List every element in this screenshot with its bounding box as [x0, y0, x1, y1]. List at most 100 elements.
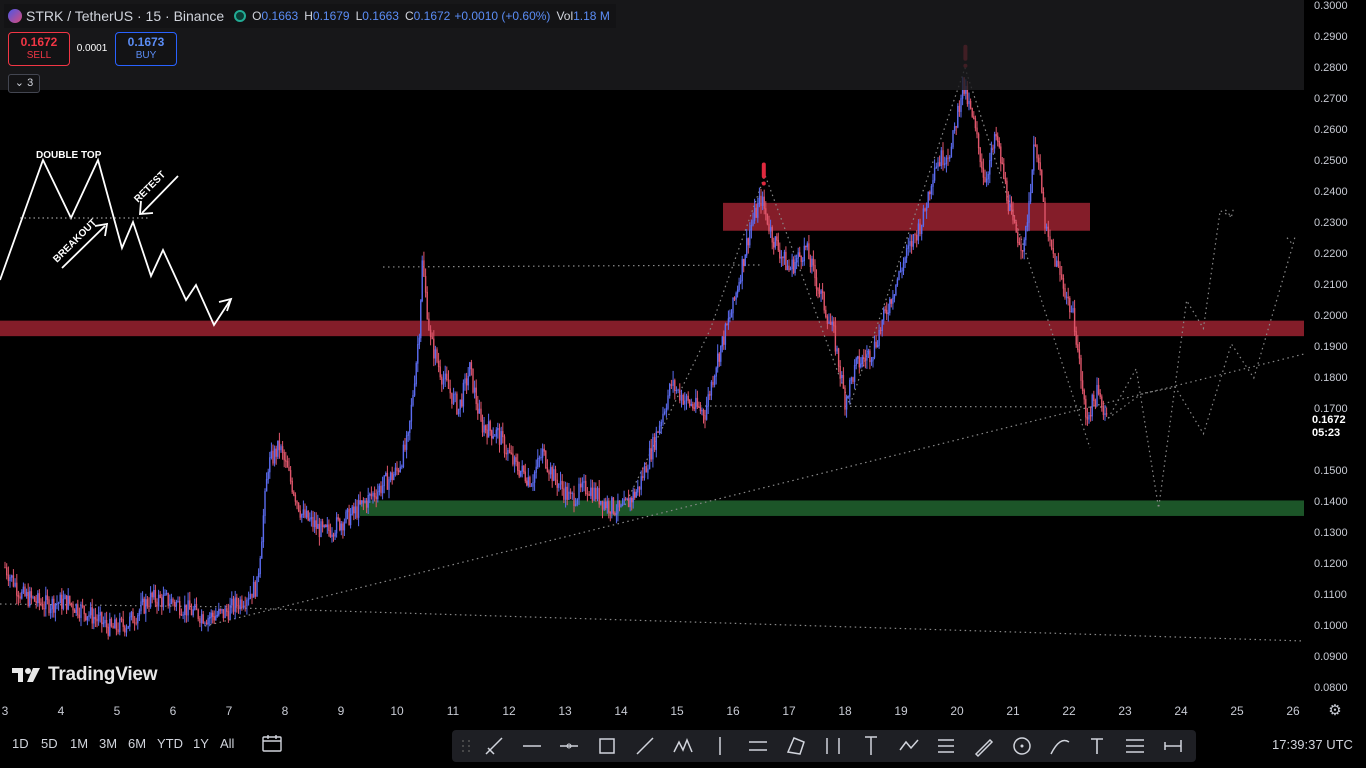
- close-value: 0.1672: [413, 9, 451, 23]
- indicators-toggle[interactable]: ⌄ 3: [8, 74, 40, 93]
- long-position-icon[interactable]: [821, 734, 845, 758]
- neckline: [699, 405, 1111, 408]
- time-tick-label: 8: [281, 704, 289, 718]
- buy-label: BUY: [135, 50, 157, 61]
- time-tick-label: 4: [57, 704, 65, 718]
- time-tick-label: 17: [782, 704, 796, 718]
- time-tick-label: 5: [113, 704, 121, 718]
- sell-label: SELL: [26, 50, 52, 61]
- calendar-icon[interactable]: [262, 734, 282, 752]
- time-tick-label: 12: [502, 704, 516, 718]
- brush-icon[interactable]: [482, 734, 506, 758]
- pencil-icon[interactable]: [972, 734, 996, 758]
- price-tick-label: 0.3000: [1314, 0, 1348, 12]
- resistance-zone: [0, 320, 1304, 337]
- price-tick-label: 0.1100: [1314, 589, 1347, 601]
- price-chart[interactable]: DOUBLE TOP BREAKOUT RETEST: [0, 0, 1304, 700]
- time-tick-label: 7: [225, 704, 233, 718]
- last-price-label: 0.1672 05:23: [1306, 413, 1364, 443]
- high-value: 0.1679: [312, 9, 350, 23]
- horizontal-line-icon[interactable]: [520, 734, 544, 758]
- bar-countdown: 05:23: [1312, 427, 1341, 439]
- neckline: [382, 264, 761, 268]
- resistance-zone: [723, 202, 1090, 231]
- signal-marker: [761, 181, 766, 186]
- trendline: [204, 353, 1304, 627]
- text-icon[interactable]: [1085, 734, 1109, 758]
- vertical-line-icon[interactable]: [708, 734, 732, 758]
- signal-marker: [761, 162, 766, 179]
- double-top-sketch: [0, 157, 232, 327]
- price-tick-label: 0.2800: [1314, 62, 1348, 74]
- chart-pane[interactable]: DOUBLE TOP BREAKOUT RETEST: [0, 0, 1304, 700]
- range-button-all[interactable]: All: [220, 736, 234, 751]
- time-tick-label: 14: [614, 704, 628, 718]
- price-tick-label: 0.1200: [1314, 558, 1348, 570]
- time-axis[interactable]: 3 4 5 6 7 8 9 10 11 12 13 14 15 16 17 18 19 20 21 22 23 24 25 2…: [0, 700, 1304, 722]
- circle-icon[interactable]: [1010, 734, 1034, 758]
- symbol-icon: [8, 9, 22, 23]
- range-button-6m[interactable]: 6M: [128, 736, 146, 751]
- buy-button[interactable]: 0.1673 BUY: [115, 32, 177, 66]
- time-tick-label: 23: [1118, 704, 1132, 718]
- drawing-toolbar: [452, 730, 1196, 762]
- fib-retracement-icon[interactable]: [934, 734, 958, 758]
- time-tick-label: 3: [1, 704, 9, 718]
- change-value: +0.0010 (+0.60%): [454, 9, 551, 23]
- retest-label: RETEST: [132, 169, 168, 205]
- measure-icon[interactable]: [1161, 734, 1185, 758]
- time-tick-label: 22: [1062, 704, 1076, 718]
- parallel-channel-icon[interactable]: [746, 734, 770, 758]
- symbol-legend[interactable]: STRK / TetherUS · 15 · Binance O 0.1663 H…: [4, 4, 616, 28]
- tradingview-logo: TradingView: [12, 664, 158, 686]
- market-status-icon: [234, 10, 247, 22]
- range-button-1y[interactable]: 1Y: [193, 736, 209, 751]
- price-axis[interactable]: 0.3000 0.2900 0.2800 0.2700 0.2600 0.2500 0.24…: [1304, 0, 1366, 700]
- bottom-toolbar: 1D 5D 1M 3M 6M YTD 1Y All 17:39:37 UTC: [0, 722, 1366, 768]
- volume-value: 1.18 M: [573, 9, 610, 23]
- spread-value: 0.0001: [76, 43, 108, 54]
- price-tick-label: 0.1500: [1314, 465, 1348, 477]
- sell-button[interactable]: 0.1672 SELL: [8, 32, 70, 66]
- rectangle-icon[interactable]: [595, 734, 619, 758]
- time-tick-label: 16: [726, 704, 740, 718]
- projection-arrow-icon: [1224, 208, 1234, 219]
- time-tick-label: 13: [558, 704, 572, 718]
- horizontal-ray-icon[interactable]: [557, 734, 581, 758]
- time-tick-label: 9: [337, 704, 345, 718]
- support-zone: [360, 500, 1304, 516]
- range-button-3m[interactable]: 3M: [99, 736, 117, 751]
- sell-price: 0.1672: [20, 35, 58, 49]
- open-label: O: [252, 9, 262, 23]
- range-button-1m[interactable]: 1M: [70, 736, 88, 751]
- price-range-icon[interactable]: [859, 734, 883, 758]
- drag-handle-icon[interactable]: [454, 734, 478, 758]
- pattern-path: [624, 66, 1091, 506]
- low-value: 0.1663: [362, 9, 399, 23]
- price-tick-label: 0.2100: [1314, 279, 1348, 291]
- range-button-5d[interactable]: 5D: [41, 736, 58, 751]
- price-tick-label: 0.0800: [1314, 682, 1348, 694]
- price-tick-label: 0.2600: [1314, 124, 1348, 136]
- time-tick-label: 20: [950, 704, 964, 718]
- low-label: L: [355, 9, 363, 23]
- price-tick-label: 0.1900: [1314, 341, 1348, 353]
- projection-path-alt: [1107, 244, 1294, 436]
- path-icon[interactable]: [897, 734, 921, 758]
- symbol-title[interactable]: STRK / TetherUS · 15 · Binance: [26, 8, 224, 24]
- trend-line-icon[interactable]: [633, 734, 657, 758]
- range-button-ytd[interactable]: YTD: [157, 736, 183, 751]
- fib-fan-icon[interactable]: [1123, 734, 1147, 758]
- time-tick-label: 10: [390, 704, 404, 718]
- gear-icon[interactable]: ⚙: [1326, 702, 1344, 720]
- projection-path: [1107, 209, 1232, 509]
- curve-icon[interactable]: [1048, 734, 1072, 758]
- pattern-icon[interactable]: [671, 734, 695, 758]
- time-tick-label: 24: [1174, 704, 1188, 718]
- utc-clock[interactable]: 17:39:37 UTC: [1272, 737, 1353, 752]
- projection-arrow-icon: [1286, 236, 1296, 246]
- price-tick-label: 0.2500: [1314, 155, 1348, 167]
- range-button-1d[interactable]: 1D: [12, 736, 29, 751]
- price-tick-label: 0.1800: [1314, 372, 1348, 384]
- polygon-icon[interactable]: [784, 734, 808, 758]
